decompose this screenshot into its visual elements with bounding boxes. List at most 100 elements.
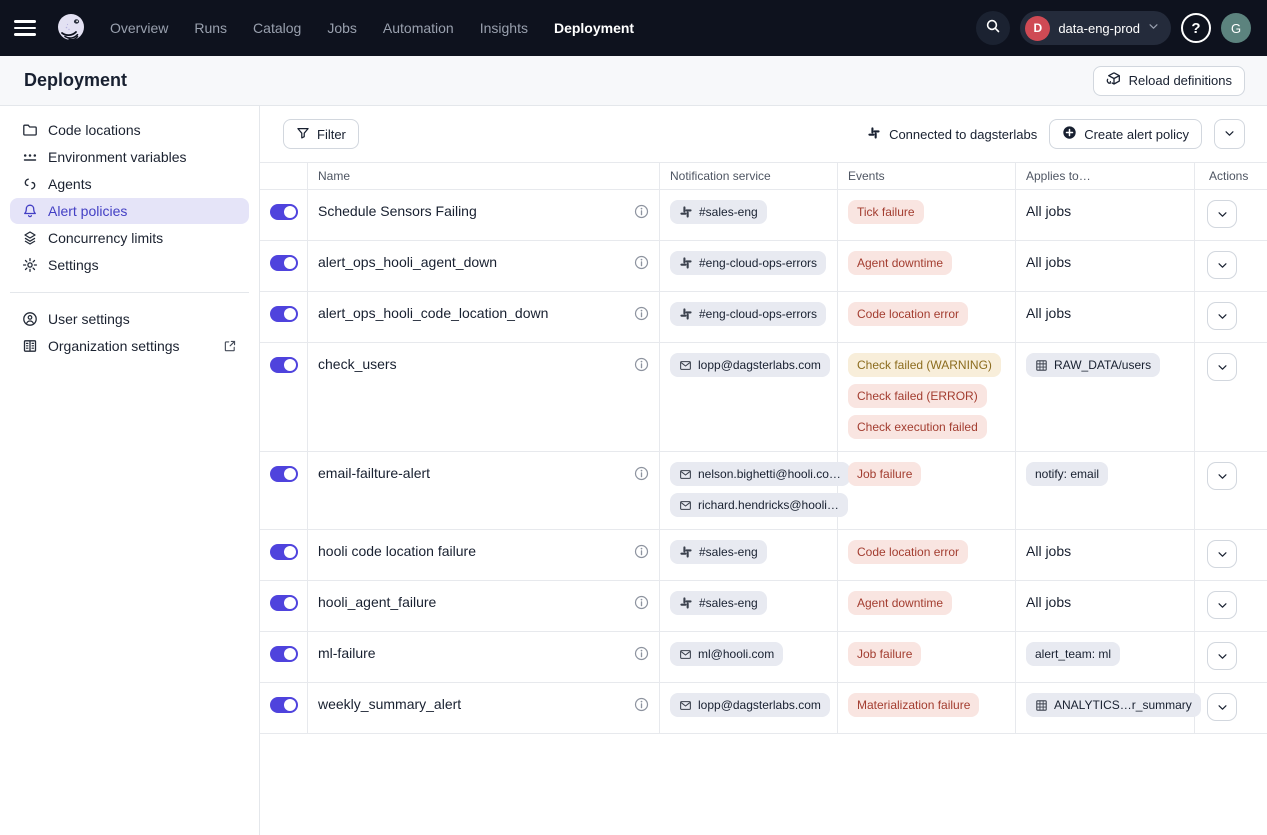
notification-service-cell: lopp@dagsterlabs.com xyxy=(660,343,838,451)
create-alert-policy-menu-button[interactable] xyxy=(1214,119,1245,149)
table-row: Schedule Sensors Failing #sales-eng Tick… xyxy=(260,190,1267,241)
policy-name: alert_ops_hooli_agent_down xyxy=(318,254,497,270)
sidebar-divider xyxy=(10,292,249,293)
events-cell: Agent downtime xyxy=(838,241,1016,291)
notification-service-cell: #eng-cloud-ops-errors xyxy=(660,241,838,291)
chevron-down-icon xyxy=(1148,19,1159,37)
policy-enabled-toggle[interactable] xyxy=(270,204,298,220)
dagster-logo[interactable] xyxy=(54,11,88,45)
events-cell: Code location error xyxy=(838,530,1016,580)
row-actions-menu-button[interactable] xyxy=(1207,302,1237,330)
nav-item-catalog[interactable]: Catalog xyxy=(253,20,301,36)
deployment-badge: D xyxy=(1025,16,1050,41)
sidebar-item-settings[interactable]: Settings xyxy=(10,252,249,278)
info-icon[interactable] xyxy=(634,646,649,664)
slack-icon xyxy=(679,205,693,219)
info-icon[interactable] xyxy=(634,357,649,375)
info-icon[interactable] xyxy=(634,204,649,222)
sidebar-item-label: Settings xyxy=(48,257,99,273)
hamburger-menu-icon[interactable] xyxy=(14,14,42,42)
events-cell: Job failure xyxy=(838,632,1016,682)
applies-to-chip: alert_team: ml xyxy=(1026,642,1120,666)
name-cell: Schedule Sensors Failing xyxy=(308,190,660,240)
notification-chip: lopp@dagsterlabs.com xyxy=(670,693,830,717)
info-icon[interactable] xyxy=(634,595,649,613)
row-actions-menu-button[interactable] xyxy=(1207,353,1237,381)
column-header-notification-service: Notification service xyxy=(660,163,838,189)
actions-cell xyxy=(1195,530,1267,580)
user-avatar[interactable]: G xyxy=(1221,13,1251,43)
help-button[interactable]: ? xyxy=(1181,13,1211,43)
deployment-switcher[interactable]: D data-eng-prod xyxy=(1020,11,1171,45)
policy-enabled-toggle[interactable] xyxy=(270,595,298,611)
agent-icon xyxy=(22,176,38,192)
sidebar-item-alert-policies[interactable]: Alert policies xyxy=(10,198,249,224)
event-chip: Check failed (WARNING) xyxy=(848,353,1001,377)
sidebar-item-label: Concurrency limits xyxy=(48,230,163,246)
column-header-events: Events xyxy=(838,163,1016,189)
sidebar-item-agents[interactable]: Agents xyxy=(10,171,249,197)
policy-enabled-toggle[interactable] xyxy=(270,646,298,662)
event-chip: Code location error xyxy=(848,540,968,564)
applies-to-cell: RAW_DATA/users xyxy=(1016,343,1195,451)
info-icon[interactable] xyxy=(634,466,649,484)
chevron-down-icon xyxy=(1224,127,1235,142)
toggle-cell xyxy=(260,241,308,291)
nav-item-runs[interactable]: Runs xyxy=(194,20,227,36)
name-cell: hooli code location failure xyxy=(308,530,660,580)
policy-enabled-toggle[interactable] xyxy=(270,306,298,322)
event-chip: Job failure xyxy=(848,462,921,486)
policy-enabled-toggle[interactable] xyxy=(270,255,298,271)
asset-table-icon xyxy=(1035,699,1048,712)
info-icon[interactable] xyxy=(634,544,649,562)
row-actions-menu-button[interactable] xyxy=(1207,462,1237,490)
info-icon[interactable] xyxy=(634,255,649,273)
row-actions-menu-button[interactable] xyxy=(1207,642,1237,670)
toolbar-right: Connected to dagsterlabs Create alert po… xyxy=(867,119,1245,149)
page-title: Deployment xyxy=(24,70,127,91)
event-chip: Job failure xyxy=(848,642,921,666)
nav-item-automation[interactable]: Automation xyxy=(383,20,454,36)
info-icon[interactable] xyxy=(634,697,649,715)
reload-definitions-button[interactable]: Reload definitions xyxy=(1093,66,1245,96)
row-actions-menu-button[interactable] xyxy=(1207,200,1237,228)
search-button[interactable] xyxy=(976,11,1010,45)
nav-item-overview[interactable]: Overview xyxy=(110,20,168,36)
notification-chip: #sales-eng xyxy=(670,591,767,615)
connected-status: Connected to dagsterlabs xyxy=(867,126,1037,143)
events-cell: Tick failure xyxy=(838,190,1016,240)
applies-to-chip: ANALYTICS…r_summary xyxy=(1026,693,1201,717)
policy-enabled-toggle[interactable] xyxy=(270,544,298,560)
create-alert-policy-button[interactable]: Create alert policy xyxy=(1049,119,1202,149)
deployment-name: data-eng-prod xyxy=(1058,21,1140,36)
filter-button[interactable]: Filter xyxy=(283,119,359,149)
notification-chip: #sales-eng xyxy=(670,200,767,224)
nav-item-jobs[interactable]: Jobs xyxy=(327,20,357,36)
event-chip: Code location error xyxy=(848,302,968,326)
info-icon[interactable] xyxy=(634,306,649,324)
notification-chip: #eng-cloud-ops-errors xyxy=(670,302,826,326)
policy-enabled-toggle[interactable] xyxy=(270,697,298,713)
policy-enabled-toggle[interactable] xyxy=(270,357,298,373)
policy-enabled-toggle[interactable] xyxy=(270,466,298,482)
sidebar-item-user-settings[interactable]: User settings xyxy=(10,306,249,332)
sidebar-item-environment-variables[interactable]: Environment variables xyxy=(10,144,249,170)
applies-to-cell: All jobs xyxy=(1016,530,1195,580)
user-icon xyxy=(22,311,38,327)
top-nav-right: D data-eng-prod ? G xyxy=(976,11,1251,45)
nav-item-deployment[interactable]: Deployment xyxy=(554,20,634,36)
sidebar-item-code-locations[interactable]: Code locations xyxy=(10,117,249,143)
nav-item-insights[interactable]: Insights xyxy=(480,20,528,36)
top-nav: Overview Runs Catalog Jobs Automation Insight… xyxy=(0,0,1267,56)
sidebar-item-label: Agents xyxy=(48,176,92,192)
row-actions-menu-button[interactable] xyxy=(1207,251,1237,279)
policy-name: hooli code location failure xyxy=(318,543,476,559)
toggle-cell xyxy=(260,452,308,529)
row-actions-menu-button[interactable] xyxy=(1207,591,1237,619)
notification-chip: #sales-eng xyxy=(670,540,767,564)
row-actions-menu-button[interactable] xyxy=(1207,693,1237,721)
row-actions-menu-button[interactable] xyxy=(1207,540,1237,568)
alert-policies-table: NameNotification serviceEventsApplies to… xyxy=(260,162,1267,734)
sidebar-item-concurrency-limits[interactable]: Concurrency limits xyxy=(10,225,249,251)
sidebar-item-organization-settings[interactable]: Organization settings xyxy=(10,333,249,359)
